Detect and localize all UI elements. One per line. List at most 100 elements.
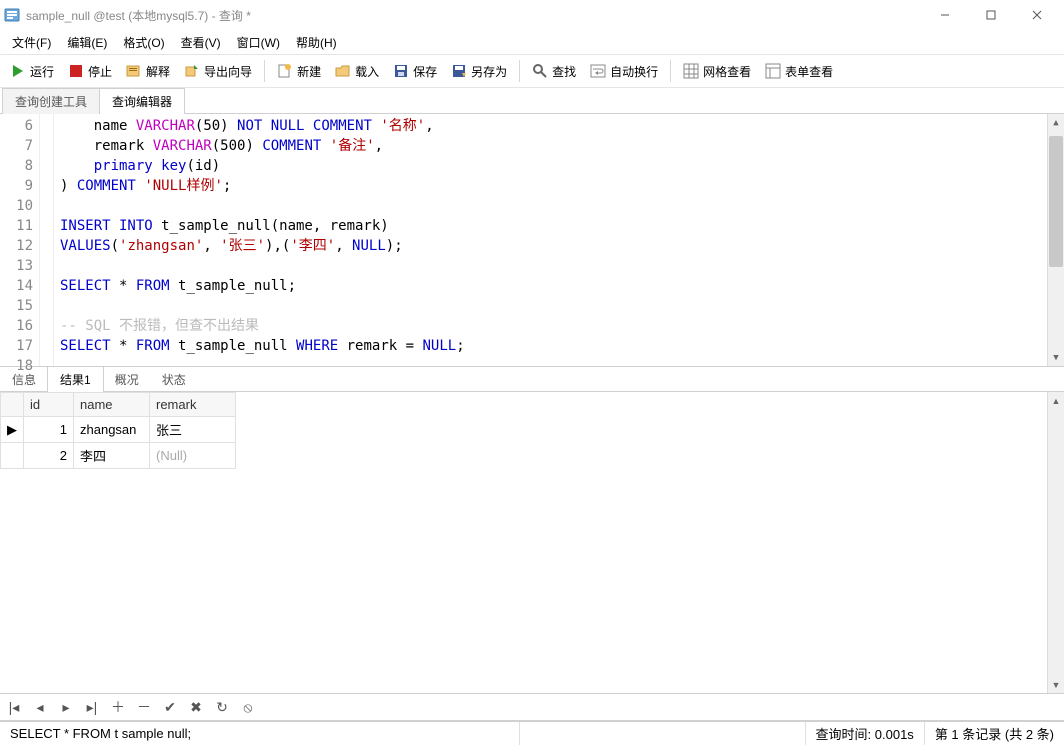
tab-status[interactable]: 状态 — [150, 367, 198, 392]
toolbar-separator — [670, 60, 671, 82]
tab-query-editor[interactable]: 查询编辑器 — [99, 88, 185, 114]
status-record: 第 1 条记录 (共 2 条) — [925, 722, 1064, 745]
grid-icon — [683, 63, 699, 79]
form-icon — [765, 63, 781, 79]
wrap-button[interactable]: 自动换行 — [584, 60, 664, 83]
new-label: 新建 — [297, 63, 321, 80]
close-button[interactable] — [1014, 0, 1060, 30]
tab-profile[interactable]: 概况 — [103, 367, 151, 392]
column-header[interactable]: id — [24, 393, 74, 417]
tab-query-builder[interactable]: 查询创建工具 — [2, 88, 100, 114]
toolbar-separator — [264, 60, 265, 82]
folder-open-icon — [335, 63, 351, 79]
grid-scrollbar[interactable]: ▲ ▼ — [1047, 392, 1064, 693]
export-icon — [184, 63, 200, 79]
nav-last-button[interactable]: ▸| — [84, 699, 100, 716]
form-view-label: 表单查看 — [785, 63, 833, 80]
nav-next-button[interactable]: ▸ — [58, 699, 74, 716]
nav-prev-button[interactable]: ◂ — [32, 699, 48, 716]
status-bar: SELECT * FROM t sample null; 查询时间: 0.001… — [0, 721, 1064, 745]
column-header[interactable]: name — [74, 393, 150, 417]
code-body[interactable]: name VARCHAR(50) NOT NULL COMMENT '名称', … — [54, 114, 1047, 366]
nav-add-button[interactable]: ＋ — [110, 697, 126, 717]
nav-refresh-button[interactable]: ↻ — [214, 699, 230, 716]
scroll-up-icon[interactable]: ▲ — [1048, 114, 1064, 131]
table-row[interactable]: ▶1zhangsan张三 — [1, 417, 236, 443]
load-button[interactable]: 载入 — [329, 60, 385, 83]
menu-view[interactable]: 查看(V) — [175, 32, 227, 53]
minimize-button[interactable] — [922, 0, 968, 30]
run-button[interactable]: 运行 — [4, 60, 60, 83]
stop-button[interactable]: 停止 — [62, 60, 118, 83]
play-icon — [10, 63, 26, 79]
scroll-thumb[interactable] — [1049, 136, 1063, 267]
maximize-button[interactable] — [968, 0, 1014, 30]
scroll-down-icon[interactable]: ▼ — [1048, 349, 1064, 366]
menu-file[interactable]: 文件(F) — [6, 32, 57, 53]
cell[interactable]: (Null) — [150, 443, 236, 469]
nav-commit-button[interactable]: ✔ — [162, 699, 178, 716]
menu-edit[interactable]: 编辑(E) — [61, 32, 113, 53]
column-header[interactable]: remark — [150, 393, 236, 417]
result-grid[interactable]: idnameremark▶1zhangsan张三2李四(Null) — [0, 392, 1047, 693]
app-icon — [4, 7, 20, 23]
row-indicator — [1, 443, 24, 469]
save-button[interactable]: 保存 — [387, 60, 443, 83]
wrap-label: 自动换行 — [610, 63, 658, 80]
nav-first-button[interactable]: |◂ — [6, 699, 22, 716]
sql-editor[interactable]: 6789101112131415161718 name VARCHAR(50) … — [0, 114, 1064, 366]
nav-stop-button[interactable]: ⦸ — [240, 699, 256, 716]
cell[interactable]: 2 — [24, 443, 74, 469]
nav-cancel-button[interactable]: ✖ — [188, 699, 204, 716]
window-title: sample_null @test (本地mysql5.7) - 查询 * — [26, 7, 251, 24]
save-as-button[interactable]: 另存为 — [445, 60, 513, 83]
status-time: 查询时间: 0.001s — [806, 722, 925, 745]
tab-result1[interactable]: 结果1 — [47, 366, 104, 392]
status-sql: SELECT * FROM t sample null; — [0, 722, 520, 745]
save-icon — [393, 63, 409, 79]
new-button[interactable]: 新建 — [271, 60, 327, 83]
cell[interactable]: 1 — [24, 417, 74, 443]
wrap-icon — [590, 63, 606, 79]
status-spacer — [520, 722, 806, 745]
explain-button[interactable]: 解释 — [120, 60, 176, 83]
title-bar: sample_null @test (本地mysql5.7) - 查询 * — [0, 0, 1064, 30]
record-nav-bar: |◂ ◂ ▸ ▸| ＋ － ✔ ✖ ↻ ⦸ — [0, 693, 1064, 721]
search-icon — [532, 63, 548, 79]
result-grid-wrap: idnameremark▶1zhangsan张三2李四(Null) ▲ ▼ — [0, 392, 1064, 693]
line-gutter: 6789101112131415161718 — [0, 114, 40, 366]
menu-format[interactable]: 格式(O) — [117, 32, 170, 53]
stop-icon — [68, 63, 84, 79]
explain-label: 解释 — [146, 63, 170, 80]
menu-help[interactable]: 帮助(H) — [290, 32, 343, 53]
scroll-down-icon[interactable]: ▼ — [1048, 676, 1064, 693]
toolbar-separator — [519, 60, 520, 82]
export-wizard-button[interactable]: 导出向导 — [178, 60, 258, 83]
tab-info[interactable]: 信息 — [0, 367, 48, 392]
run-label: 运行 — [30, 63, 54, 80]
cell[interactable]: 张三 — [150, 417, 236, 443]
find-button[interactable]: 查找 — [526, 60, 582, 83]
editor-scrollbar[interactable]: ▲ ▼ — [1047, 114, 1064, 366]
new-icon — [277, 63, 293, 79]
result-tabs: 信息 结果1 概况 状态 — [0, 366, 1064, 392]
save-label: 保存 — [413, 63, 437, 80]
table-row[interactable]: 2李四(Null) — [1, 443, 236, 469]
save-as-label: 另存为 — [471, 63, 507, 80]
export-label: 导出向导 — [204, 63, 252, 80]
grid-view-button[interactable]: 网格查看 — [677, 60, 757, 83]
cell[interactable]: 李四 — [74, 443, 150, 469]
load-label: 载入 — [355, 63, 379, 80]
toolbar: 运行 停止 解释 导出向导 新建 载入 保存 另存为 查找 自动换行 网格查看 … — [0, 54, 1064, 88]
save-as-icon — [451, 63, 467, 79]
menu-window[interactable]: 窗口(W) — [231, 32, 286, 53]
find-label: 查找 — [552, 63, 576, 80]
nav-delete-button[interactable]: － — [136, 697, 152, 717]
form-view-button[interactable]: 表单查看 — [759, 60, 839, 83]
gutter-separator — [40, 114, 54, 366]
scroll-up-icon[interactable]: ▲ — [1048, 392, 1064, 409]
stop-label: 停止 — [88, 63, 112, 80]
cell[interactable]: zhangsan — [74, 417, 150, 443]
grid-view-label: 网格查看 — [703, 63, 751, 80]
editor-tabs: 查询创建工具 查询编辑器 — [0, 88, 1064, 114]
